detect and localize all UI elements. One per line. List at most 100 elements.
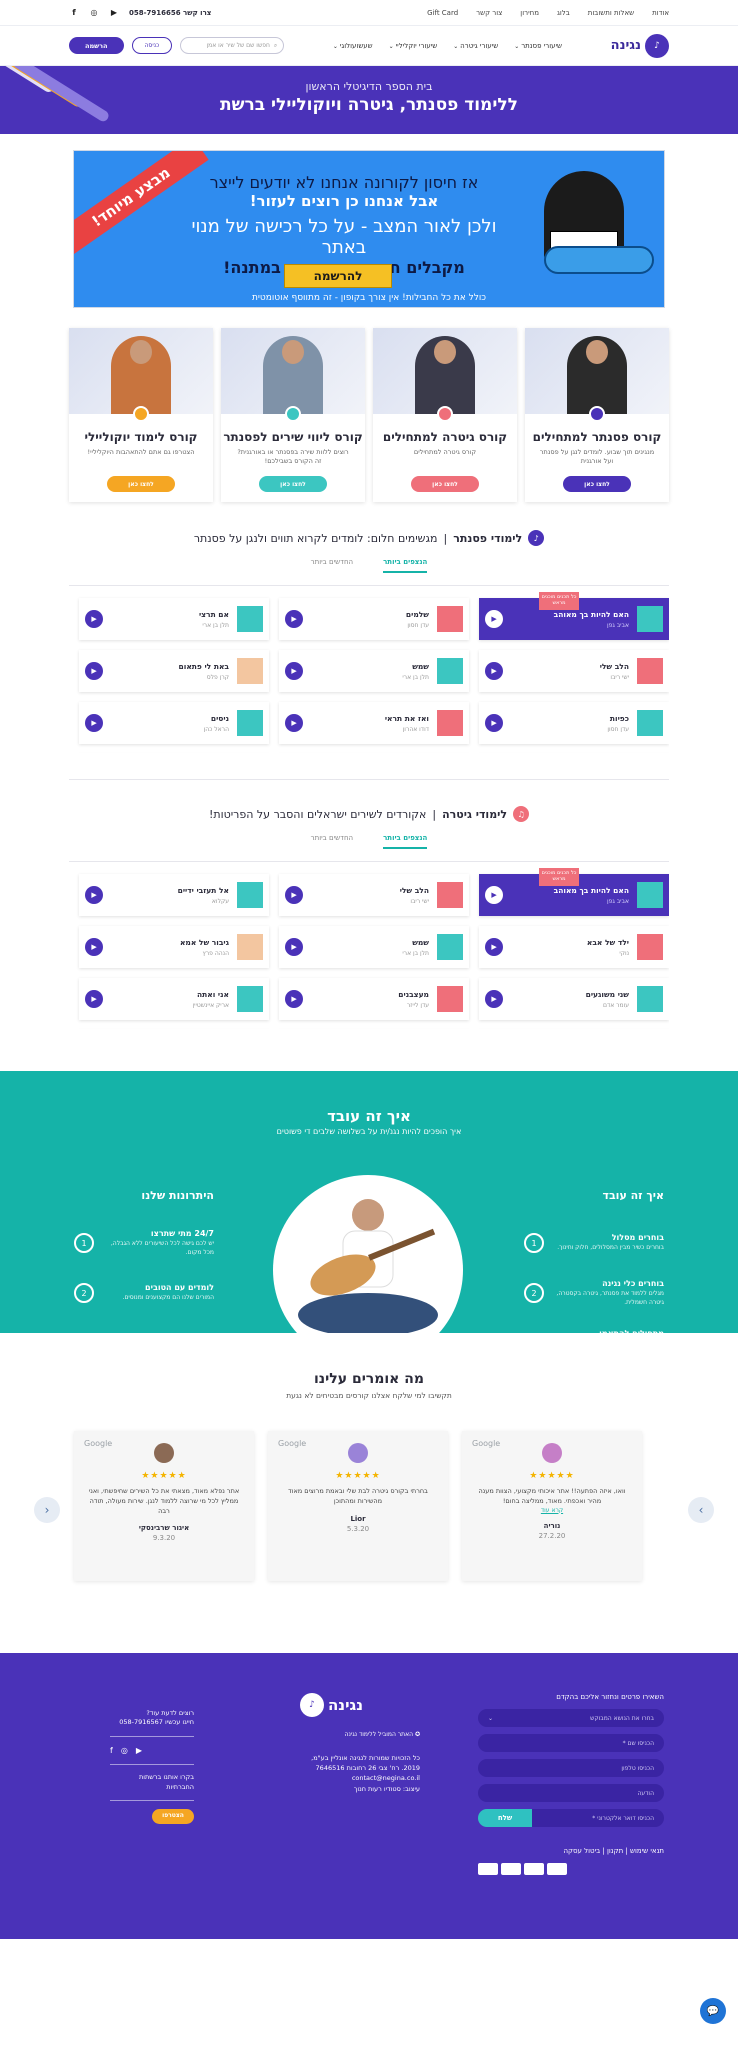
song-title: שלמים (405, 609, 429, 619)
play-icon[interactable]: ▶ (85, 938, 103, 956)
top-link-faq[interactable]: שאלות ותשובות (588, 9, 634, 17)
tab-most-viewed[interactable]: הנצפים ביותר (383, 558, 428, 573)
footer-credit: עיצוב: סטודיו רעות חנוך (353, 1785, 420, 1794)
instagram-icon[interactable]: ◎ (121, 1745, 128, 1757)
top-link-gift-card[interactable]: Gift Card (427, 9, 458, 17)
song-row[interactable]: הלב שלי ישי ריבו ▶ (479, 650, 669, 692)
tab-most-viewed[interactable]: הנצפים ביותר (383, 834, 428, 849)
song-row[interactable]: ואז את תראי דודו אהרון ▶ (279, 702, 469, 744)
search-input[interactable]: ⌕ חפשו שם של שיר או אמן (180, 37, 285, 54)
play-icon[interactable]: ▶ (485, 610, 503, 628)
play-icon[interactable]: ▶ (85, 662, 103, 680)
terms-links[interactable]: תנאי שימוש | תקנון | ביטול עסקה (478, 1847, 664, 1855)
nav-piano[interactable]: שיעורי פסנתר (514, 42, 562, 50)
email-field[interactable]: הכניסו דואר אלקטרוני * (532, 1809, 664, 1827)
play-icon[interactable]: ▶ (85, 714, 103, 732)
piano-tabs: הנצפים ביותר החדשים ביותר (69, 558, 669, 573)
top-link-pricing[interactable]: מחירון (520, 9, 539, 17)
song-row[interactable]: כפיות עדן חסון ▶ (479, 702, 669, 744)
play-icon[interactable]: ▶ (85, 886, 103, 904)
footer-logo[interactable]: נגינה ♪ (300, 1693, 450, 1717)
play-icon[interactable]: ▶ (285, 610, 303, 628)
song-row[interactable]: גיבור של אמא הנהה פרץ ▶ (79, 926, 269, 968)
piano-song-list[interactable]: האם להיות בך מאוהב אביב גפן ▶ כל תכנים מוכ… (69, 585, 669, 753)
play-icon[interactable]: ▶ (285, 938, 303, 956)
course-button[interactable]: לחצו כאן (563, 476, 631, 492)
song-row[interactable]: באת לי פתאום קרן פלס ▶ (79, 650, 269, 692)
top-link-about[interactable]: אודות (652, 9, 669, 17)
course-button[interactable]: לחצו כאן (259, 476, 327, 492)
course-card[interactable]: קורס ליווי שירים לפסנתר רוצים ללוות שירה… (221, 328, 365, 502)
course-card[interactable]: קורס גיטרה למתחילים קורס גיטרה למתחילים … (373, 328, 517, 502)
song-row[interactable]: אני ואתה אריק איינשטיין ▶ (79, 978, 269, 1020)
read-more-link[interactable]: קרא עוד (462, 1507, 642, 1514)
play-icon[interactable]: ▶ (485, 662, 503, 680)
song-row[interactable]: האם להיות בך מאוהב אביב גפן ▶ כל תכנים מוכ… (479, 868, 669, 916)
course-button[interactable]: לחצו כאן (411, 476, 479, 492)
song-row[interactable]: מעצבנים עדן לייזר ▶ (279, 978, 469, 1020)
artist-avatar (637, 882, 663, 908)
tab-newest[interactable]: החדשים ביותר (311, 558, 353, 573)
nav-ukulele[interactable]: שיעורי יוקליליי (389, 42, 438, 50)
top-link-blog[interactable]: בלוג (557, 9, 570, 17)
play-icon[interactable]: ▶ (485, 886, 503, 904)
song-artist: עומר אדם (602, 1001, 629, 1009)
course-button[interactable]: לחצו כאן (107, 476, 175, 492)
play-icon[interactable]: ▶ (85, 990, 103, 1008)
course-card[interactable]: קורס לימוד יוקוליילי הצטרפו גם אתם להתאה… (69, 328, 213, 502)
youtube-icon[interactable]: ▶ (136, 1745, 142, 1757)
play-icon[interactable]: ▶ (485, 714, 503, 732)
guitar-song-list[interactable]: האם להיות בך מאוהב אביב גפן ▶ כל תכנים מוכ… (69, 861, 669, 1029)
guitar-image (544, 246, 654, 274)
instagram-icon[interactable]: ◎ (89, 8, 99, 18)
song-row[interactable]: ילד של אבא נוקי ▶ (479, 926, 669, 968)
top-phone[interactable]: צרו קשר 058-7916656 (129, 9, 211, 17)
nav-guitar[interactable]: שיעורי גיטרה (453, 42, 498, 50)
facebook-icon[interactable]: f (69, 8, 79, 18)
youtube-icon[interactable]: ▶ (109, 8, 119, 18)
send-button[interactable]: שלח (478, 1809, 532, 1827)
logo[interactable]: ♪ נגינה (611, 33, 669, 58)
name-field[interactable]: הכניסו שם * (478, 1734, 664, 1752)
song-row[interactable]: שני משוגעים עומר אדם ▶ (479, 978, 669, 1020)
login-button[interactable]: כניסה (131, 37, 173, 54)
step-description: המורים שלנו הם מקצוענים ומנוסים. (122, 1294, 214, 1302)
song-title: הלב שלי (599, 661, 629, 671)
pre-prepared-badge: כל תכנים מוכנים מראש (539, 592, 579, 610)
guitar-section-subtitle: אקורדים לשירים ישראלים והסבר על הפריטות! (208, 807, 427, 821)
play-icon[interactable]: ▶ (485, 990, 503, 1008)
song-row[interactable]: האם להיות בך מאוהב אביב גפן ▶ כל תכנים מוכ… (479, 592, 669, 640)
play-icon[interactable]: ▶ (285, 714, 303, 732)
join-button[interactable]: הצטרפו (152, 1809, 194, 1825)
footer-address: כל הזכויות שמורות לנגינה אונליין בע"מ, 2… (311, 1754, 420, 1782)
message-field[interactable]: הודעה (478, 1784, 664, 1802)
contact-phone[interactable]: חייגו עכשיו 058-7916567 (110, 1718, 194, 1727)
play-icon[interactable]: ▶ (285, 886, 303, 904)
song-row[interactable]: אל תעזבי ידיים עקלוא ▶ (79, 874, 269, 916)
promo-banner[interactable]: מבצע מיוחד! אז חיסון לקורונה אנחנו לא יו… (73, 150, 665, 308)
signup-button[interactable]: הרשמה (69, 37, 124, 54)
play-icon[interactable]: ▶ (285, 662, 303, 680)
play-icon[interactable]: ▶ (85, 610, 103, 628)
promo-signup-button[interactable]: להרשמה (284, 264, 392, 288)
prev-arrow-icon[interactable]: ‹ (34, 1497, 60, 1523)
play-icon[interactable]: ▶ (485, 938, 503, 956)
song-row[interactable]: אם תרצי תלן בן ארי ▶ (79, 598, 269, 640)
song-row[interactable]: שמש תלן בן ארי ▶ (279, 926, 469, 968)
play-icon[interactable]: ▶ (285, 990, 303, 1008)
song-row[interactable]: שמש תלן בן ארי ▶ (279, 650, 469, 692)
course-image (373, 328, 517, 414)
song-row[interactable]: שלמים עדן חסון ▶ (279, 598, 469, 640)
chat-icon[interactable]: 💬 (700, 1998, 726, 2024)
song-row[interactable]: ניסים הראל כהן ▶ (79, 702, 269, 744)
phone-field[interactable]: הכניסו טלפון (478, 1759, 664, 1777)
course-card[interactable]: קורס פסנתר למתחילים מנגינים תוך שבוע. לו… (525, 328, 669, 502)
nav-fun[interactable]: שעשועולוגי (333, 42, 373, 50)
top-link-contact[interactable]: צור קשר (476, 9, 502, 17)
topic-select[interactable]: בחרו את הנושא המבוקש ⌄ (478, 1709, 664, 1727)
artist-avatar (437, 710, 463, 736)
facebook-icon[interactable]: f (110, 1745, 113, 1757)
song-row[interactable]: הלב שלי ישי ריבו ▶ (279, 874, 469, 916)
tab-newest[interactable]: החדשים ביותר (311, 834, 353, 849)
next-arrow-icon[interactable]: › (688, 1497, 714, 1523)
